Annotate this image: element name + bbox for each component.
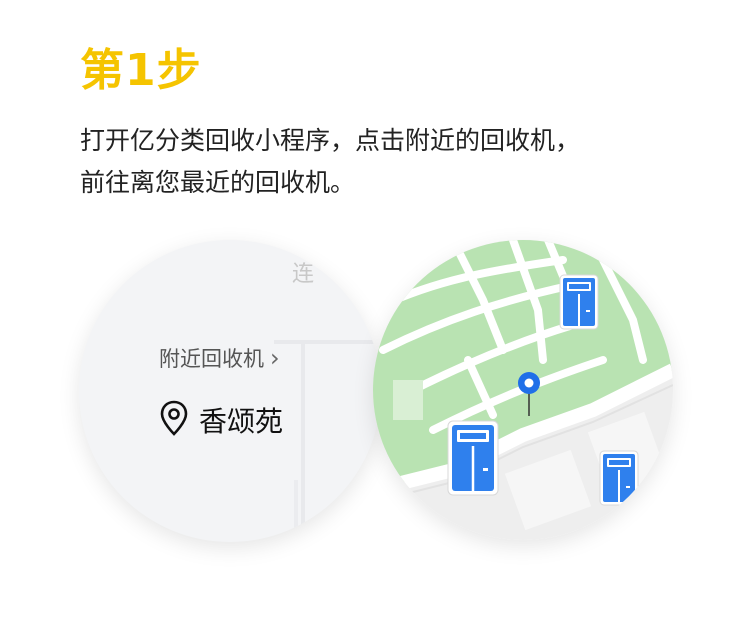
- instructions: 打开亿分类回收小程序，点击附近的回收机， 前往离您最近的回收机。: [80, 120, 680, 204]
- nearby-recycling-machines-link[interactable]: 附近回收机 ›: [159, 343, 280, 373]
- faded-divider: [301, 340, 305, 542]
- recycling-machine-icon[interactable]: [599, 450, 639, 510]
- location-pin-icon: [516, 370, 542, 422]
- faded-divider: [294, 480, 298, 542]
- recycling-machine-icon[interactable]: [559, 274, 599, 334]
- nearby-label: 附近回收机: [159, 347, 264, 371]
- chevron-right-icon: ›: [270, 344, 280, 372]
- faded-label: 连: [292, 262, 315, 287]
- current-location: 香颂苑: [159, 400, 283, 440]
- faded-divider: [274, 340, 381, 344]
- location-name: 香颂苑: [199, 405, 284, 438]
- app-screen-zoom: 连 附近回收机 › 香颂苑: [79, 240, 381, 542]
- step-title: 第1步: [80, 45, 202, 96]
- instruction-line-2: 前往离您最近的回收机。: [80, 168, 356, 197]
- instruction-line-1: 打开亿分类回收小程序，点击附近的回收机，: [80, 126, 581, 155]
- map-view[interactable]: [373, 240, 673, 540]
- recycling-machine-icon[interactable]: [447, 420, 499, 500]
- location-pin-icon: [159, 400, 189, 440]
